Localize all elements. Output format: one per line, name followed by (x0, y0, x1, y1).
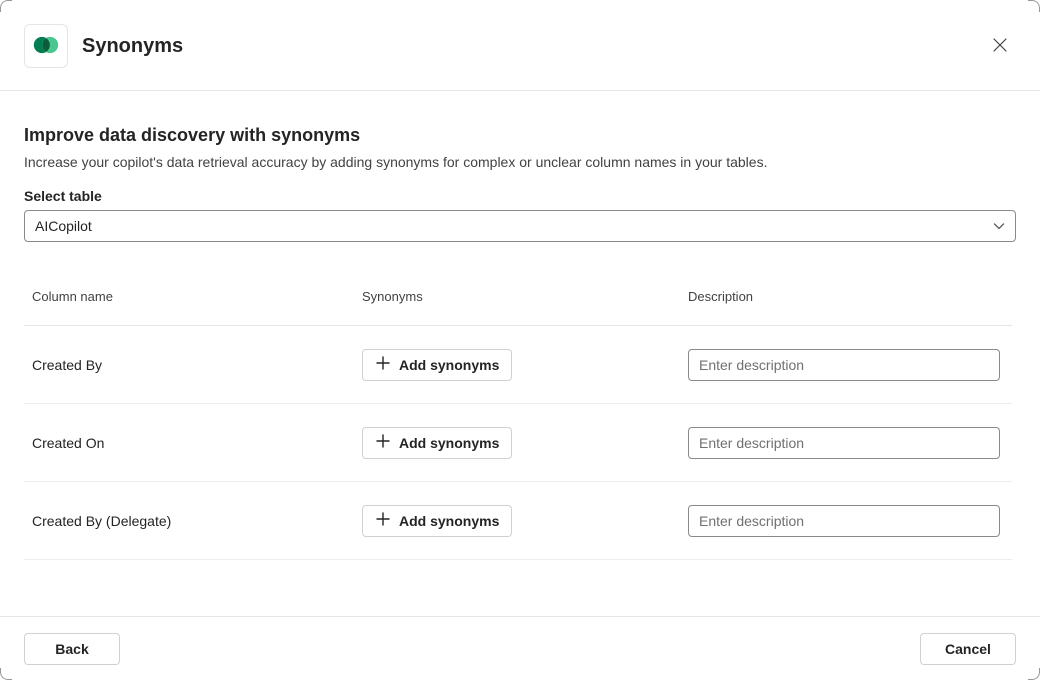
select-table-value: AICopilot (35, 218, 92, 234)
plus-icon (375, 433, 391, 452)
panel-body: Improve data discovery with synonyms Inc… (0, 91, 1040, 616)
column-name-cell: Created By (32, 357, 362, 373)
description-input[interactable] (688, 505, 1000, 537)
columns-table-scroll[interactable]: Column name Synonyms Description Created… (24, 268, 1016, 616)
panel-header: Synonyms (0, 0, 1040, 91)
plus-icon (375, 511, 391, 530)
app-logo (24, 24, 68, 68)
plus-icon (375, 355, 391, 374)
table-row: Created By Add synonyms (24, 326, 1012, 404)
description-cell (688, 349, 1004, 381)
frame-corner (0, 0, 12, 12)
add-synonyms-label: Add synonyms (399, 513, 499, 529)
table-row: Created On Add synonyms (24, 404, 1012, 482)
table-row: Created By (Delegate) Add synonyms (24, 482, 1012, 560)
add-synonyms-label: Add synonyms (399, 357, 499, 373)
add-synonyms-button[interactable]: Add synonyms (362, 505, 512, 537)
back-button-label: Back (55, 641, 88, 657)
header-column-name: Column name (32, 289, 362, 304)
cancel-button-label: Cancel (945, 641, 991, 657)
dataverse-icon (33, 34, 59, 59)
panel-footer: Back Cancel (0, 616, 1040, 680)
synonyms-cell: Add synonyms (362, 349, 688, 381)
column-name-cell: Created On (32, 435, 362, 451)
close-button[interactable] (984, 30, 1016, 62)
select-table-dropdown[interactable]: AICopilot (24, 210, 1016, 242)
column-name-cell: Created By (Delegate) (32, 513, 362, 529)
description-input[interactable] (688, 427, 1000, 459)
select-table-wrap: AICopilot (24, 210, 1016, 242)
header-synonyms: Synonyms (362, 289, 688, 304)
synonyms-cell: Add synonyms (362, 505, 688, 537)
section-title: Improve data discovery with synonyms (24, 125, 1016, 146)
synonyms-cell: Add synonyms (362, 427, 688, 459)
description-cell (688, 427, 1004, 459)
add-synonyms-label: Add synonyms (399, 435, 499, 451)
select-table-label: Select table (24, 188, 1016, 204)
description-input[interactable] (688, 349, 1000, 381)
description-cell (688, 505, 1004, 537)
add-synonyms-button[interactable]: Add synonyms (362, 349, 512, 381)
header-description: Description (688, 289, 1004, 304)
add-synonyms-button[interactable]: Add synonyms (362, 427, 512, 459)
cancel-button[interactable]: Cancel (920, 633, 1016, 665)
columns-table-header: Column name Synonyms Description (24, 268, 1012, 326)
back-button[interactable]: Back (24, 633, 120, 665)
close-icon (992, 37, 1008, 56)
synonyms-panel: Synonyms Improve data discovery with syn… (0, 0, 1040, 680)
panel-title: Synonyms (82, 35, 970, 58)
section-description: Increase your copilot's data retrieval a… (24, 154, 1016, 170)
